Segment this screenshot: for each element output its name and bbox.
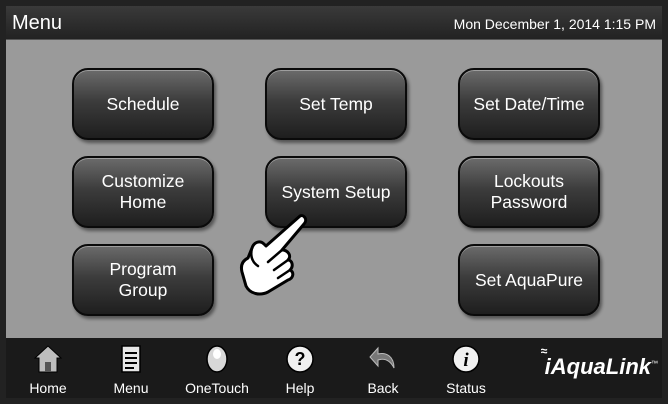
page-title: Menu <box>12 12 63 34</box>
nav-onetouch-label: OneTouch <box>185 380 249 396</box>
nav-onetouch[interactable]: OneTouch <box>185 338 249 398</box>
schedule-label: Schedule <box>106 93 180 114</box>
svg-text:?: ? <box>295 349 306 369</box>
nav-back[interactable]: Back <box>353 338 413 398</box>
nav-status-label: Status <box>446 380 486 396</box>
system-setup-label: System Setup <box>281 181 391 202</box>
help-icon: ? <box>286 345 314 373</box>
pointing-hand-icon <box>240 214 308 296</box>
customize-home-label-line1: Customize <box>101 171 185 191</box>
header-bar: Menu Mon December 1, 2014 1:15 PM <box>6 6 662 40</box>
logo-text: AquaLink <box>550 354 651 379</box>
nav-back-label: Back <box>367 380 399 396</box>
nav-help[interactable]: ? Help <box>270 338 330 398</box>
nav-status[interactable]: i Status <box>436 338 496 398</box>
home-icon <box>33 345 63 373</box>
lockouts-label-line2: Password <box>490 192 568 212</box>
lockouts-password-button[interactable]: Lockouts Password <box>458 156 600 228</box>
menu-panel: Schedule Set Temp Set Date/Time Customiz… <box>6 40 662 338</box>
program-group-label-line2: Group <box>118 280 168 300</box>
touchscreen: Menu Mon December 1, 2014 1:15 PM Schedu… <box>0 0 668 404</box>
nav-help-label: Help <box>285 380 315 396</box>
set-temp-button[interactable]: Set Temp <box>265 68 407 140</box>
customize-home-label-line2: Home <box>119 192 167 212</box>
program-group-label-line1: Program <box>109 259 177 279</box>
onetouch-icon <box>206 345 228 373</box>
set-aquapure-button[interactable]: Set AquaPure <box>458 244 600 316</box>
nav-menu[interactable]: Menu <box>101 338 161 398</box>
set-date-time-label: Set Date/Time <box>473 93 585 114</box>
back-icon <box>369 346 395 369</box>
nav-home-label: Home <box>29 380 67 396</box>
program-group-button[interactable]: Program Group <box>72 244 214 316</box>
logo-wave-icon: ≈ <box>540 344 548 358</box>
nav-menu-label: Menu <box>113 380 149 396</box>
datetime-display: Mon December 1, 2014 1:15 PM <box>453 16 656 32</box>
set-temp-label: Set Temp <box>299 93 373 114</box>
status-icon: i <box>452 345 480 373</box>
customize-home-button[interactable]: Customize Home <box>72 156 214 228</box>
schedule-button[interactable]: Schedule <box>72 68 214 140</box>
set-date-time-button[interactable]: Set Date/Time <box>458 68 600 140</box>
set-aquapure-label: Set AquaPure <box>475 269 583 290</box>
bottom-nav-bar: Home Menu OneTouch ? Help Back i Status … <box>6 338 662 398</box>
lockouts-label-line1: Lockouts <box>493 171 565 191</box>
logo-tm: ™ <box>651 360 658 368</box>
nav-home[interactable]: Home <box>18 338 78 398</box>
aqualink-logo: ≈ iAquaLink™ <box>541 344 658 380</box>
menu-icon <box>121 345 141 373</box>
svg-text:i: i <box>463 350 469 371</box>
